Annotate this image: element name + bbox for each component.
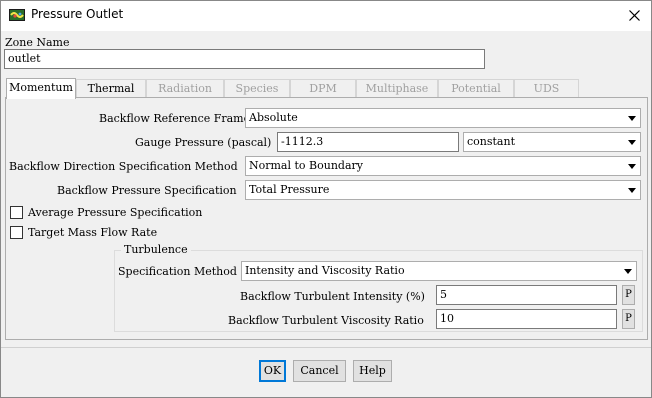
help-button[interactable]: Help [353,360,392,382]
footer-divider [0,347,652,348]
turbulence-spec-method-label: Specification Method [118,265,237,278]
tab-thermal[interactable]: Thermal [76,79,146,98]
backflow-pressure-label: Backflow Pressure Specification [57,184,237,197]
backflow-direction-value: Normal to Boundary [249,159,363,172]
gauge-pressure-field[interactable]: -1112.3 [277,132,459,152]
turbulent-intensity-label: Backflow Turbulent Intensity (%) [240,290,425,303]
chevron-down-icon [624,269,632,274]
backflow-pressure-value: Total Pressure [249,183,330,196]
cancel-button[interactable]: Cancel [293,360,346,382]
tab-potential[interactable]: Potential [438,79,514,98]
avg-pressure-checkbox[interactable] [10,206,23,219]
close-button[interactable] [620,3,648,27]
chevron-down-icon [628,164,636,169]
tab-uds[interactable]: UDS [514,79,579,98]
backflow-ref-frame-dropdown[interactable]: Absolute [245,108,641,128]
zone-name-label: Zone Name [5,36,70,49]
gauge-pressure-label: Gauge Pressure (pascal) [135,136,272,149]
fluent-app-icon [9,9,25,21]
close-icon [629,10,640,21]
window-title: Pressure Outlet [31,7,124,21]
tab-momentum[interactable]: Momentum [6,78,76,99]
tab-species[interactable]: Species [224,79,290,98]
tab-multiphase[interactable]: Multiphase [356,79,438,98]
chevron-down-icon [628,140,636,145]
tab-radiation[interactable]: Radiation [146,79,224,98]
turbulence-spec-method-dropdown[interactable]: Intensity and Viscosity Ratio [241,261,637,281]
gauge-pressure-method-value: constant [467,135,515,148]
backflow-pressure-dropdown[interactable]: Total Pressure [245,180,641,200]
target-mass-flow-checkbox[interactable] [10,226,23,239]
turbulent-viscosity-ratio-field[interactable]: 10 [436,309,617,329]
backflow-direction-dropdown[interactable]: Normal to Boundary [245,156,641,176]
turbulent-intensity-field[interactable]: 5 [436,285,617,305]
backflow-ref-frame-value: Absolute [249,111,298,124]
backflow-ref-frame-label: Backflow Reference Frame [99,112,251,125]
avg-pressure-label: Average Pressure Specification [28,206,203,219]
turbulence-spec-method-value: Intensity and Viscosity Ratio [245,264,405,277]
tab-dpm[interactable]: DPM [290,79,356,98]
target-mass-flow-label: Target Mass Flow Rate [28,226,158,239]
turbulent-viscosity-ratio-label: Backflow Turbulent Viscosity Ratio [228,314,424,327]
zone-name-field[interactable]: outlet [4,49,485,69]
turbulence-group-title: Turbulence [121,243,191,256]
turbulent-intensity-parameter-button[interactable]: P [622,285,635,305]
chevron-down-icon [628,188,636,193]
backflow-direction-label: Backflow Direction Specification Method [9,160,238,173]
gauge-pressure-method-dropdown[interactable]: constant [463,132,641,152]
title-bar: Pressure Outlet [0,0,652,31]
ok-button[interactable]: OK [259,360,286,382]
chevron-down-icon [628,116,636,121]
tab-bar: Momentum Thermal Radiation Species DPM M… [5,78,579,99]
turbulent-viscosity-ratio-parameter-button[interactable]: P [622,309,635,329]
